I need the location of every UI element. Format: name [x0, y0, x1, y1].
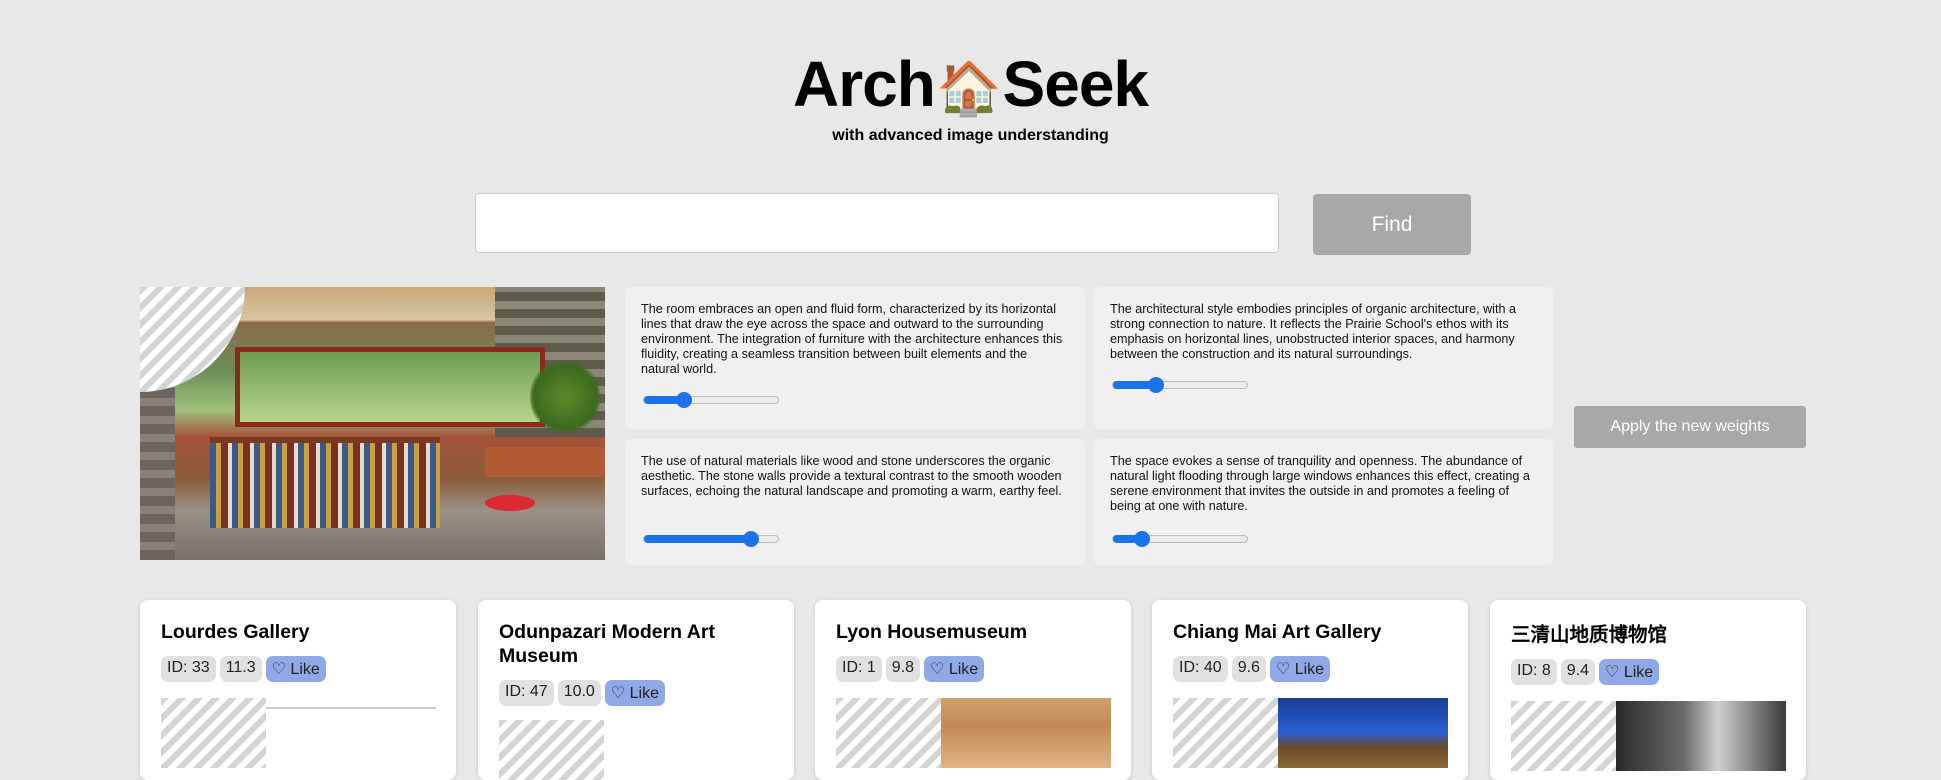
loading-placeholder	[499, 720, 604, 780]
score-badge: 9.4	[1560, 659, 1596, 685]
result-thumbnail	[1173, 698, 1448, 768]
description-text: The use of natural materials like wood a…	[641, 454, 1062, 498]
id-badge: ID: 8	[1511, 659, 1557, 685]
loading-placeholder	[140, 287, 245, 392]
weight-slider-3[interactable]	[643, 531, 779, 547]
header: Arch🏠Seek with advanced image understand…	[0, 48, 1941, 145]
score-badge: 9.6	[1231, 656, 1266, 682]
description-text: The room embraces an open and fluid form…	[641, 302, 1063, 376]
result-thumbnail	[1511, 701, 1786, 771]
result-card[interactable]: Lourdes Gallery ID: 33 11.3 ♡ Like	[140, 600, 456, 780]
logo-text-left: Arch	[792, 48, 936, 120]
result-title: Lyon Housemuseum	[836, 621, 1028, 643]
like-button[interactable]: ♡ Like	[265, 656, 326, 682]
subtitle: with advanced image understanding	[832, 127, 1109, 145]
score-badge: 9.8	[885, 656, 921, 682]
slider-thumb[interactable]	[1134, 531, 1151, 547]
search-input[interactable]	[475, 193, 1279, 253]
score-badge: 11.3	[219, 656, 262, 682]
find-button[interactable]: Find	[1313, 194, 1471, 255]
slider-thumb[interactable]	[676, 392, 693, 408]
slider-thumb[interactable]	[1147, 377, 1164, 393]
id-badge: ID: 47	[499, 680, 554, 706]
like-button[interactable]: ♡ Like	[1599, 659, 1660, 685]
description-card-4: The space evokes a sense of tranquility …	[1094, 439, 1553, 565]
loading-placeholder	[1173, 698, 1278, 768]
id-badge: ID: 33	[161, 656, 216, 682]
slider-thumb[interactable]	[743, 531, 760, 547]
weight-slider-2[interactable]	[1112, 377, 1248, 393]
score-badge: 10.0	[557, 680, 601, 706]
result-card[interactable]: Lyon Housemuseum ID: 1 9.8 ♡ Like	[815, 600, 1131, 780]
like-button[interactable]: ♡ Like	[1269, 656, 1331, 682]
result-card[interactable]: Chiang Mai Art Gallery ID: 40 9.6 ♡ Like	[1152, 600, 1468, 780]
like-button[interactable]: ♡ Like	[924, 656, 985, 682]
description-card-1: The room embraces an open and fluid form…	[625, 287, 1085, 429]
result-thumbnail	[161, 698, 436, 779]
app-logo: Arch🏠Seek	[0, 48, 1941, 125]
result-thumbnail	[499, 720, 773, 780]
id-badge: ID: 1	[836, 656, 882, 682]
logo-text-right: Seek	[1002, 48, 1149, 120]
weight-slider-1[interactable]	[643, 392, 779, 408]
id-badge: ID: 40	[1173, 656, 1228, 682]
result-title: Lourdes Gallery	[161, 621, 310, 643]
description-text: The space evokes a sense of tranquility …	[1110, 454, 1530, 513]
result-thumbnail	[836, 698, 1111, 768]
loading-placeholder	[161, 698, 266, 768]
result-card[interactable]: 三清山地质博物馆 ID: 8 9.4 ♡ Like	[1490, 600, 1806, 780]
result-card[interactable]: Odunpazari Modern Art Museum ID: 47 10.0…	[478, 600, 794, 780]
description-card-2: The architectural style embodies princip…	[1094, 287, 1553, 429]
result-title: Chiang Mai Art Gallery	[1173, 621, 1382, 643]
house-icon: 🏠	[936, 60, 1002, 119]
result-title: Odunpazari Modern Art Museum	[499, 621, 715, 667]
like-button[interactable]: ♡ Like	[604, 680, 665, 706]
description-card-3: The use of natural materials like wood a…	[625, 439, 1085, 565]
loading-placeholder	[836, 698, 941, 768]
result-title: 三清山地质博物馆	[1511, 624, 1668, 646]
apply-weights-button[interactable]: Apply the new weights	[1574, 406, 1806, 448]
description-text: The architectural style embodies princip…	[1110, 302, 1516, 361]
loading-placeholder	[1511, 701, 1616, 771]
weight-slider-4[interactable]	[1112, 531, 1248, 547]
query-image	[140, 287, 605, 560]
